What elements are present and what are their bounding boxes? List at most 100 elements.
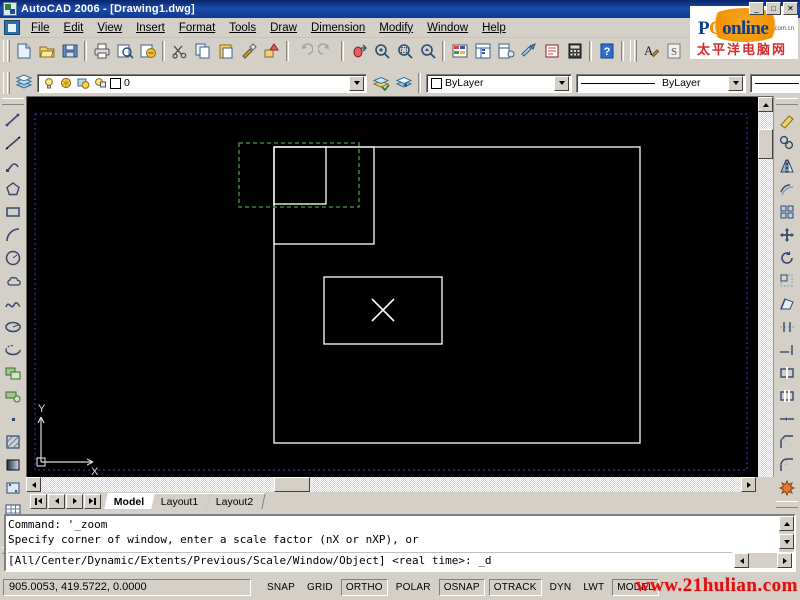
status-toggle-dyn[interactable]: DYN bbox=[546, 579, 576, 596]
scroll-up-icon[interactable] bbox=[758, 97, 773, 112]
status-toggle-osnap[interactable]: OSNAP bbox=[438, 578, 485, 596]
menu-insert[interactable]: Insert bbox=[129, 20, 172, 36]
revision-cloud-icon[interactable] bbox=[1, 269, 25, 292]
menu-file[interactable]: File bbox=[24, 20, 57, 36]
save-icon[interactable] bbox=[58, 40, 81, 62]
region-icon[interactable] bbox=[1, 476, 25, 499]
stretch-icon[interactable] bbox=[775, 292, 799, 315]
scale-icon[interactable] bbox=[775, 269, 799, 292]
fillet-icon[interactable] bbox=[775, 453, 799, 476]
command-prompt-line[interactable]: [All/Center/Dynamic/Extents/Previous/Sca… bbox=[8, 552, 732, 568]
break-at-point-icon[interactable] bbox=[775, 361, 799, 384]
tab-layout2[interactable]: Layout2 bbox=[206, 493, 266, 509]
tab-model[interactable]: Model bbox=[104, 493, 158, 509]
lineweight-combo[interactable]: ByLayer bbox=[750, 73, 800, 93]
rotate-icon[interactable] bbox=[775, 246, 799, 269]
quick-calc-icon[interactable] bbox=[563, 40, 586, 62]
rectangle-icon[interactable] bbox=[1, 200, 25, 223]
mirror-icon[interactable] bbox=[775, 154, 799, 177]
next-tab-button[interactable] bbox=[66, 493, 83, 509]
design-center-icon[interactable] bbox=[471, 40, 494, 62]
status-toggle-otrack[interactable]: OTRACK bbox=[488, 578, 542, 596]
document-control-icon[interactable] bbox=[4, 20, 20, 35]
help-icon[interactable]: ? bbox=[595, 40, 618, 62]
status-toggle-snap[interactable]: SNAP bbox=[263, 579, 299, 596]
command-scroll-up-icon[interactable] bbox=[779, 516, 794, 531]
extend-icon[interactable] bbox=[775, 338, 799, 361]
polyline-icon[interactable] bbox=[1, 154, 25, 177]
text-style-icon[interactable]: A bbox=[639, 40, 662, 62]
layer-previous-icon[interactable] bbox=[392, 72, 415, 94]
linetype-combo-chevron-down-icon[interactable] bbox=[728, 75, 743, 91]
explode-icon[interactable] bbox=[775, 476, 799, 499]
last-tab-button[interactable] bbox=[84, 493, 101, 509]
drawing-area[interactable]: Y X bbox=[26, 96, 774, 492]
make-block-icon[interactable] bbox=[1, 384, 25, 407]
tab-layout1[interactable]: Layout1 bbox=[151, 493, 212, 509]
command-horizontal-scrollbar[interactable] bbox=[734, 553, 792, 568]
plot-preview-icon[interactable] bbox=[113, 40, 136, 62]
menu-draw[interactable]: Draw bbox=[263, 20, 304, 36]
publish-icon[interactable] bbox=[136, 40, 159, 62]
menu-format[interactable]: Format bbox=[172, 20, 222, 36]
zoom-window-icon[interactable] bbox=[393, 40, 416, 62]
construction-line-icon[interactable] bbox=[1, 131, 25, 154]
color-combo-chevron-down-icon[interactable] bbox=[554, 75, 569, 91]
open-icon[interactable] bbox=[35, 40, 58, 62]
previous-tab-button[interactable] bbox=[48, 493, 65, 509]
first-tab-button[interactable] bbox=[30, 493, 47, 509]
linetype-combo[interactable]: ByLayer bbox=[576, 73, 746, 93]
status-toggle-ortho[interactable]: ORTHO bbox=[340, 578, 388, 596]
status-toggle-grid[interactable]: GRID bbox=[303, 579, 337, 596]
point-icon[interactable] bbox=[1, 407, 25, 430]
zoom-previous-icon[interactable] bbox=[416, 40, 439, 62]
plot-icon[interactable] bbox=[90, 40, 113, 62]
properties-icon[interactable] bbox=[448, 40, 471, 62]
modify-toolbar-grip-bottom[interactable] bbox=[776, 501, 798, 508]
insert-block-icon[interactable] bbox=[1, 361, 25, 384]
redo-icon[interactable] bbox=[315, 40, 338, 62]
color-combo[interactable]: ByLayer bbox=[426, 73, 572, 93]
layer-properties-manager-icon[interactable] bbox=[12, 72, 35, 94]
undo-icon[interactable] bbox=[292, 40, 315, 62]
gradient-icon[interactable] bbox=[1, 453, 25, 476]
command-scroll-left-icon[interactable] bbox=[734, 553, 749, 568]
trim-icon[interactable] bbox=[775, 315, 799, 338]
layer-combo[interactable]: 0 bbox=[37, 73, 367, 93]
copy-object-icon[interactable] bbox=[775, 131, 799, 154]
vertical-scroll-track[interactable] bbox=[758, 112, 773, 478]
spline-icon[interactable] bbox=[1, 292, 25, 315]
horizontal-scroll-track[interactable] bbox=[41, 477, 741, 492]
toolbar-grip[interactable] bbox=[3, 40, 10, 62]
ellipse-icon[interactable] bbox=[1, 315, 25, 338]
circle-icon[interactable] bbox=[1, 246, 25, 269]
vertical-scroll-thumb[interactable] bbox=[758, 129, 773, 159]
line-icon[interactable] bbox=[1, 108, 25, 131]
menu-window[interactable]: Window bbox=[420, 20, 475, 36]
join-icon[interactable] bbox=[775, 407, 799, 430]
modify-toolbar-grip[interactable] bbox=[776, 98, 798, 105]
toolbar-grip[interactable] bbox=[3, 72, 10, 94]
draw-toolbar-grip[interactable] bbox=[2, 98, 24, 105]
menu-view[interactable]: View bbox=[90, 20, 129, 36]
pan-realtime-icon[interactable] bbox=[347, 40, 370, 62]
dimension-style-icon[interactable]: S bbox=[662, 40, 685, 62]
ellipse-arc-icon[interactable] bbox=[1, 338, 25, 361]
chamfer-icon[interactable] bbox=[775, 430, 799, 453]
menu-help[interactable]: Help bbox=[475, 20, 513, 36]
command-window[interactable]: Command: '_zoom Specify corner of window… bbox=[4, 514, 796, 572]
cut-icon[interactable] bbox=[168, 40, 191, 62]
command-scroll-right-icon[interactable] bbox=[777, 553, 792, 568]
break-icon[interactable] bbox=[775, 384, 799, 407]
coordinate-display[interactable]: 905.0053, 419.5722, 0.0000 bbox=[3, 578, 251, 596]
close-button[interactable]: ✕ bbox=[783, 2, 798, 15]
toolbar-grip[interactable] bbox=[630, 40, 637, 62]
horizontal-scroll-thumb[interactable] bbox=[274, 477, 310, 492]
new-icon[interactable] bbox=[12, 40, 35, 62]
status-toggle-polar[interactable]: POLAR bbox=[392, 579, 435, 596]
maximize-button[interactable]: □ bbox=[766, 2, 781, 15]
menu-dimension[interactable]: Dimension bbox=[304, 20, 372, 36]
copy-icon[interactable] bbox=[191, 40, 214, 62]
offset-icon[interactable] bbox=[775, 177, 799, 200]
array-icon[interactable] bbox=[775, 200, 799, 223]
